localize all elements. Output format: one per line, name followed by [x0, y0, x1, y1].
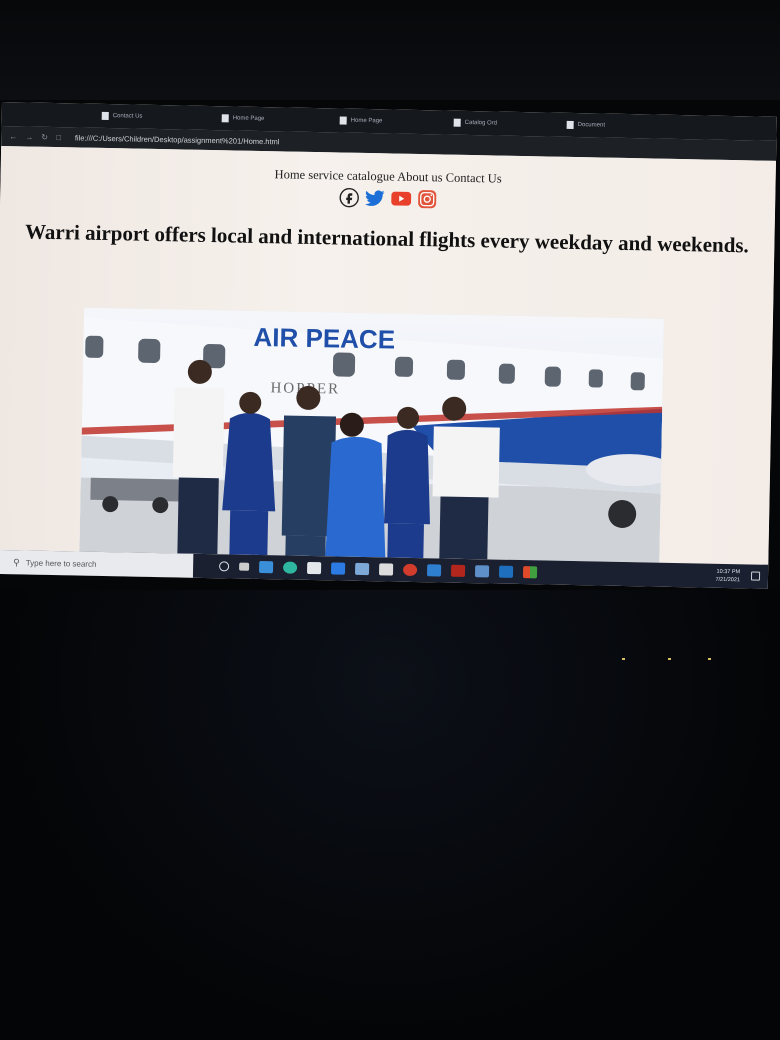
office-icon[interactable]	[522, 566, 538, 579]
indicator-light	[708, 658, 711, 660]
monitor-bezel	[0, 0, 780, 100]
notification-icon[interactable]	[750, 571, 761, 581]
monitor-screen: Contact Us Home Page Home Page Catalog O…	[0, 102, 777, 589]
file-explorer-icon[interactable]	[378, 563, 394, 576]
search-icon: ⚲	[13, 556, 20, 567]
instagram-icon[interactable]	[417, 189, 437, 209]
airline-text: AIR PEACE	[253, 322, 395, 355]
page-icon	[101, 111, 109, 121]
youtube-icon[interactable]	[390, 188, 411, 208]
netflix-icon[interactable]	[450, 564, 466, 577]
tab-label: Contact Us	[112, 113, 143, 120]
forward-icon[interactable]: →	[25, 132, 33, 141]
nav-about-us[interactable]: About us	[397, 170, 443, 185]
browser-tab[interactable]: Home Page	[221, 111, 265, 126]
tab-label: Document	[577, 122, 606, 129]
page-headline: Warri airport offers local and internati…	[24, 219, 750, 258]
browser-tab[interactable]: Contact Us	[101, 109, 143, 124]
vscode-icon[interactable]	[426, 564, 442, 577]
search-placeholder: Type here to search	[25, 558, 97, 569]
nav-home[interactable]: Home	[274, 167, 305, 182]
web-page: Home service catalogue About us Contact …	[0, 145, 777, 565]
nav-contact-us[interactable]: Contact Us	[446, 171, 502, 186]
browser-tab[interactable]: Home Page	[339, 113, 383, 128]
edge-icon[interactable]	[283, 561, 298, 574]
laptop-keyboard-area	[0, 590, 780, 1040]
refresh-icon[interactable]: ↻	[41, 132, 48, 141]
indicator-light	[668, 658, 671, 660]
page-icon	[453, 118, 461, 127]
crew-photo: AIR PEACE HOPPER	[79, 307, 664, 563]
page-icon	[566, 120, 574, 129]
indicator-light	[622, 658, 625, 660]
browser-tab-active[interactable]: Document	[566, 118, 606, 133]
photos-icon[interactable]	[474, 565, 490, 578]
taskbar-search[interactable]: ⚲ Type here to search	[0, 549, 194, 578]
url-field[interactable]: file:///C:/Users/Children/Desktop/assign…	[75, 133, 280, 146]
cortana-icon[interactable]	[219, 561, 230, 572]
mail-icon[interactable]	[259, 561, 274, 574]
tab-label: Home Page	[232, 115, 265, 123]
app-icon[interactable]	[498, 565, 514, 578]
browser-tab[interactable]: Catalog Ord	[453, 116, 498, 131]
tab-label: Home Page	[350, 117, 383, 125]
back-icon[interactable]: ←	[9, 132, 17, 141]
page-icon	[339, 116, 347, 125]
file-icon: □	[55, 132, 61, 142]
app-icon[interactable]	[354, 562, 370, 576]
nav-service-catalogue[interactable]: service catalogue	[308, 168, 395, 184]
taskbar-clock[interactable]: 10:37 PM 7/21/2021	[715, 568, 740, 584]
store-icon[interactable]	[306, 561, 322, 575]
facebook-icon[interactable]	[339, 187, 359, 208]
tab-label: Catalog Ord	[464, 119, 498, 127]
chrome-icon[interactable]	[402, 563, 418, 577]
twitter-icon[interactable]	[364, 188, 385, 208]
word-icon[interactable]	[330, 562, 346, 575]
clock-date: 7/21/2021	[715, 576, 741, 584]
task-view-icon[interactable]	[239, 562, 250, 571]
page-icon	[221, 114, 229, 123]
